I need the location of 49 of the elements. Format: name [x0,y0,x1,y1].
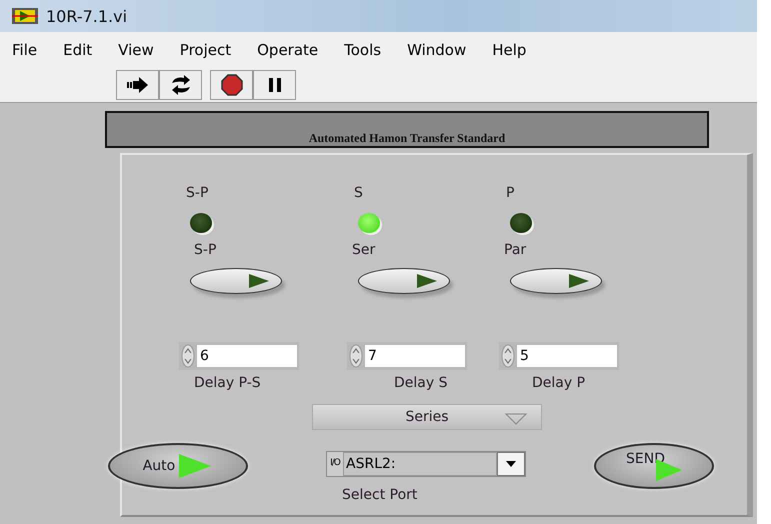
run-continuously-button[interactable] [159,70,202,100]
port-label: Select Port [342,487,418,503]
numeric-label: Delay S [394,375,448,391]
spinner-icon[interactable] [181,344,195,368]
button-label: S-P [194,242,216,258]
menu-item[interactable]: File [12,41,38,59]
run-button[interactable] [116,70,159,100]
numeric-control[interactable]: 6 [179,342,299,370]
toggle-button[interactable] [358,268,450,294]
spinner-icon[interactable] [349,344,363,368]
button-label: Ser [352,242,376,258]
numeric-label: Delay P-S [194,375,261,391]
window-title: 10R-7.1.vi [46,6,128,26]
indicator-label: P [506,185,514,201]
menu-item[interactable]: Project [180,41,232,59]
button-label: Par [504,242,526,258]
port-selector[interactable]: I/O ASRL2: [326,451,526,477]
menu-item[interactable]: Operate [257,41,318,59]
indicator-label: S-P [186,185,208,201]
numeric-label: Delay P [532,375,586,391]
triangle-icon [177,452,214,480]
numeric-field[interactable]: 5 [517,345,617,367]
menu-item[interactable]: Help [492,41,526,59]
menu-item[interactable]: View [118,41,154,59]
banner-title: Automated Hamon Transfer Standard [308,131,506,146]
numeric-field[interactable]: 7 [365,345,465,367]
triangle-icon [567,273,591,289]
triangle-icon [247,273,271,289]
indicator-label: S [354,185,363,201]
menu-item[interactable]: Window [407,41,466,59]
menu-item[interactable]: Edit [63,41,92,59]
numeric-field[interactable]: 6 [197,345,297,367]
port-field[interactable]: ASRL2: [343,452,497,476]
spinner-icon[interactable] [501,344,515,368]
abort-button[interactable] [210,70,253,100]
pause-button[interactable] [253,70,296,100]
triangle-icon [415,273,439,289]
auto-button[interactable]: Auto [108,443,248,489]
numeric-control[interactable]: 7 [347,342,467,370]
app-icon [12,8,38,24]
io-prefix: I/O [329,457,342,470]
stop-icon [220,74,244,96]
toggle-button[interactable] [190,268,282,294]
numeric-control[interactable]: 5 [499,342,619,370]
mode-dropdown[interactable]: Series [312,404,542,430]
menu-item[interactable]: Tools [344,41,382,59]
toggle-button[interactable] [510,268,602,294]
dropdown-triangle-icon [505,413,527,425]
arrow-icon [126,76,150,94]
